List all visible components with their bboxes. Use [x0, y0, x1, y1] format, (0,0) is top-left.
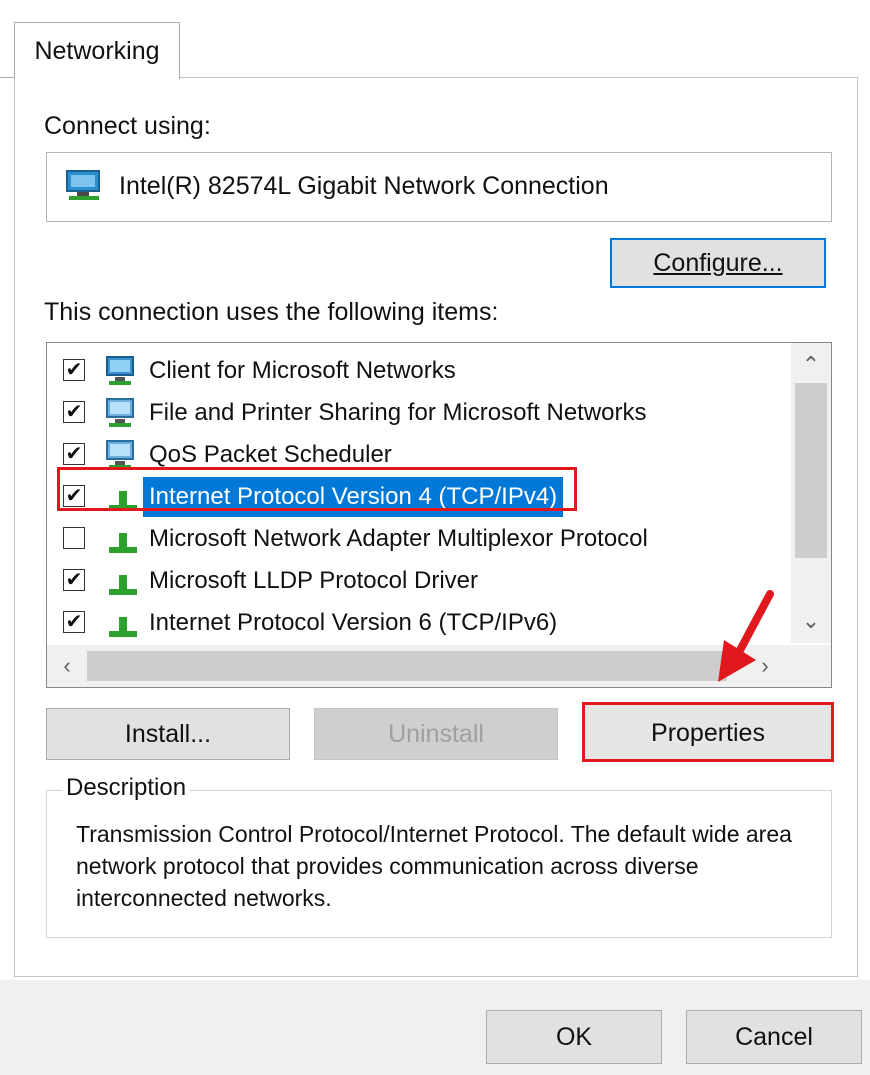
item-label: Client for Microsoft Networks	[149, 357, 456, 384]
item-label: File and Printer Sharing for Microsoft N…	[149, 399, 647, 426]
uninstall-button[interactable]: Uninstall	[314, 708, 558, 760]
vertical-scroll-thumb[interactable]	[795, 383, 827, 558]
item-label: Microsoft Network Adapter Multiplexor Pr…	[149, 525, 648, 552]
list-item[interactable]: ✔ Client for Microsoft Networks	[47, 351, 787, 391]
list-item[interactable]: ✔ File and Printer Sharing for Microsoft…	[47, 393, 787, 433]
list-item[interactable]: ✔ Microsoft LLDP Protocol Driver	[47, 561, 787, 601]
protocol-icon	[105, 563, 143, 599]
item-checkbox[interactable]: ✔	[63, 401, 85, 423]
tab-strip-line	[0, 77, 14, 78]
install-button[interactable]: Install...	[46, 708, 290, 760]
scroll-up-icon[interactable]: ⌃	[791, 347, 831, 383]
item-checkbox[interactable]: ✔	[63, 569, 85, 591]
vertical-scrollbar[interactable]: ⌃ ⌄	[791, 343, 831, 643]
ok-button-label: OK	[555, 1023, 593, 1051]
item-checkbox[interactable]	[63, 527, 85, 549]
network-client-icon	[105, 353, 143, 389]
cancel-button-label: Cancel	[735, 1023, 813, 1051]
tab-networking[interactable]: Networking	[14, 22, 180, 79]
item-label: Internet Protocol Version 6 (TCP/IPv6)	[149, 609, 558, 636]
uninstall-button-label: Uninstall	[388, 720, 484, 748]
connection-properties-dialog: Networking Connect using: Intel(R) 82574…	[0, 0, 870, 1075]
configure-button-label: Configure...	[653, 249, 783, 277]
adapter-name: Intel(R) 82574L Gigabit Network Connecti…	[119, 172, 609, 200]
scroll-left-icon[interactable]: ‹	[49, 645, 85, 687]
protocol-icon	[105, 521, 143, 557]
items-label: This connection uses the following items…	[44, 298, 499, 326]
properties-button[interactable]: Properties	[582, 702, 834, 762]
cancel-button[interactable]: Cancel	[686, 1010, 862, 1064]
list-item[interactable]: ✔ Internet Protocol Version 6 (TCP/IPv6)	[47, 603, 787, 643]
item-checkbox[interactable]: ✔	[63, 359, 85, 381]
list-item[interactable]: Microsoft Network Adapter Multiplexor Pr…	[47, 519, 787, 559]
protocol-icon	[105, 605, 143, 641]
horizontal-scroll-thumb[interactable]	[87, 651, 727, 681]
install-button-label: Install...	[124, 720, 212, 748]
item-label: Microsoft LLDP Protocol Driver	[149, 567, 478, 594]
ok-button[interactable]: OK	[486, 1010, 662, 1064]
network-service-icon	[105, 395, 143, 431]
connect-using-label: Connect using:	[44, 112, 211, 140]
selection-highlight-frame	[57, 467, 577, 511]
description-legend: Description	[62, 774, 191, 802]
configure-button[interactable]: Configure...	[610, 238, 826, 288]
item-checkbox[interactable]: ✔	[63, 611, 85, 633]
description-text: Transmission Control Protocol/Internet P…	[76, 821, 792, 911]
network-adapter-icon	[65, 169, 105, 208]
red-arrow-icon	[718, 590, 774, 682]
scroll-down-icon[interactable]: ⌄	[791, 603, 831, 639]
item-checkbox[interactable]: ✔	[63, 443, 85, 465]
properties-button-label: Properties	[651, 719, 765, 747]
adapter-box: Intel(R) 82574L Gigabit Network Connecti…	[46, 152, 832, 222]
